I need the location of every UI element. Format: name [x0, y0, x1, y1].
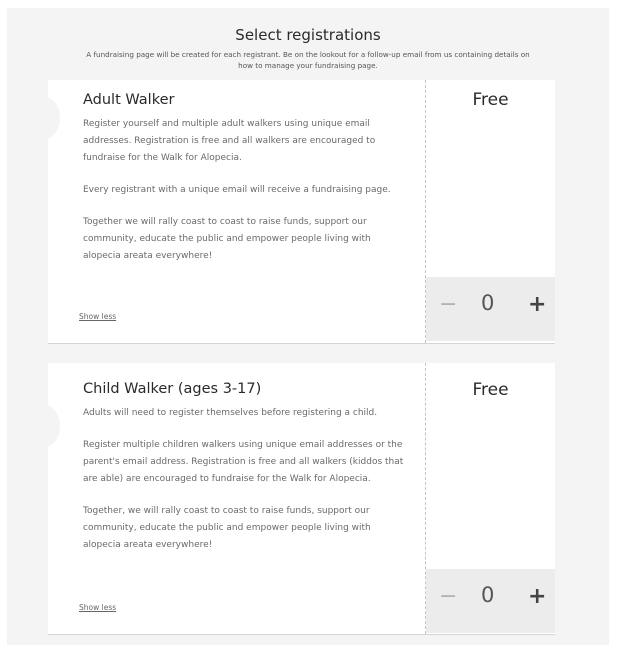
increment-button[interactable]: +: [528, 292, 546, 317]
description-paragraph: Together, we will rally coast to coast t…: [83, 506, 371, 550]
registration-price: Free: [472, 90, 509, 110]
ticket-notch: [48, 405, 60, 447]
ticket-notch: [48, 97, 60, 139]
registration-description: Adults will need to register themselves …: [83, 405, 408, 569]
decrement-button[interactable]: −: [439, 292, 457, 317]
quantity-stepper: − 0 +: [426, 277, 555, 341]
registration-name: Child Walker (ages 3-17): [83, 381, 262, 397]
page-subtitle: A fundraising page will be created for e…: [86, 50, 530, 70]
registrations-header: Select registrations A fundraising page …: [7, 26, 609, 71]
increment-button[interactable]: +: [528, 584, 546, 609]
description-paragraph: Together we will rally coast to coast to…: [83, 217, 371, 261]
registration-name: Adult Walker: [83, 92, 175, 108]
quantity-stepper: − 0 +: [426, 569, 555, 633]
registration-panel: Select registrations A fundraising page …: [7, 8, 609, 645]
registration-price: Free: [472, 380, 509, 400]
description-paragraph: Register multiple children walkers using…: [83, 440, 404, 484]
card-pricing: Free − 0 +: [426, 363, 555, 634]
page-title: Select registrations: [235, 26, 381, 44]
description-paragraph: Every registrant with a unique email wil…: [83, 185, 391, 195]
plus-icon: +: [528, 584, 547, 609]
show-less-link[interactable]: Show less: [79, 603, 116, 612]
description-paragraph: Register yourself and multiple adult wal…: [83, 119, 376, 163]
registration-card-child-walker: Child Walker (ages 3-17) Adults will nee…: [48, 363, 555, 635]
description-paragraph: Adults will need to register themselves …: [83, 408, 378, 418]
plus-icon: +: [528, 292, 547, 317]
registration-card-adult-walker: Adult Walker Register yourself and multi…: [48, 80, 555, 344]
quantity-value: 0: [481, 583, 495, 607]
show-less-link[interactable]: Show less: [79, 312, 116, 321]
minus-icon: −: [439, 584, 458, 609]
card-details: Adult Walker Register yourself and multi…: [48, 80, 425, 343]
registration-description: Register yourself and multiple adult wal…: [83, 116, 408, 280]
minus-icon: −: [439, 292, 458, 317]
quantity-value: 0: [481, 291, 495, 315]
card-details: Child Walker (ages 3-17) Adults will nee…: [48, 363, 425, 634]
decrement-button[interactable]: −: [439, 584, 457, 609]
card-pricing: Free − 0 +: [426, 80, 555, 343]
